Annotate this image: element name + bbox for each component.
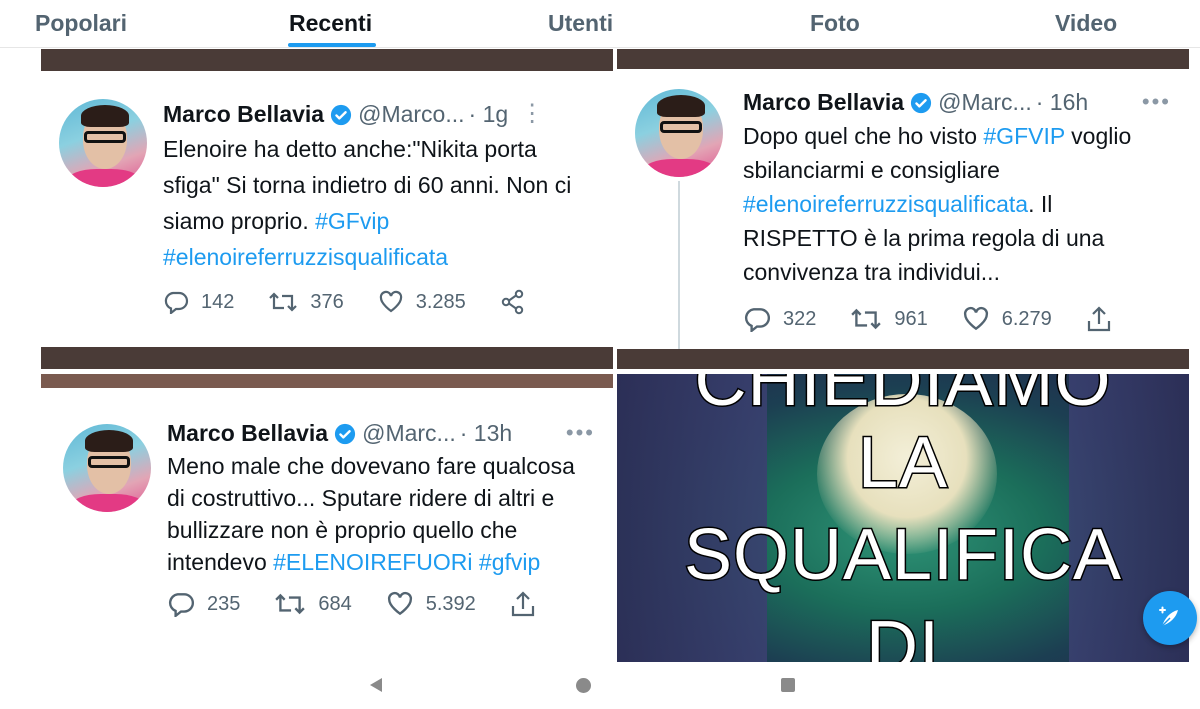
screenshot-border-top [41,49,613,71]
reply-count: 142 [201,290,235,313]
avatar [63,424,151,512]
hashtag: #elenoireferruzzisqualificata [743,191,1029,217]
home-icon[interactable] [576,678,591,693]
tweet-actions: 322 961 6.279 [743,305,1171,333]
tab-recenti[interactable]: Recenti [289,10,372,37]
active-tab-indicator [288,43,376,47]
meme-caption-line: DI [865,606,941,663]
hashtag: #GFVIP [983,123,1065,149]
media-tile-1[interactable]: Marco Bellavia @Marco... · 1g ⋮ Elenoire… [41,49,613,369]
retweet-count: 376 [310,290,344,313]
like-count: 3.285 [415,290,466,313]
verified-badge-icon [331,104,352,126]
retweet-icon [851,308,882,330]
back-icon[interactable] [370,678,382,692]
hashtag: #elenoireferruzzisqualificata [163,244,449,270]
meme-caption-line: LA [856,422,949,505]
media-tile-2[interactable]: Marco Bellavia @Marc... · 16h ••• Dopo q… [617,49,1189,369]
more-horizontal-icon: ••• [1141,89,1171,114]
separator-dot: · [459,420,468,446]
avatar [635,89,723,177]
reply-icon [745,308,771,332]
tweet-text: Dopo quel che ho visto #GFVIP voglio sbi… [743,123,1132,285]
tweet-text: Elenoire ha detto anche:"Nikita porta sf… [163,136,572,270]
like-count: 6.279 [1001,307,1052,330]
reply-count: 235 [207,592,241,615]
system-navigation-bar [0,664,1200,709]
reply-icon [164,291,189,314]
author-handle: @Marc... [938,89,1032,115]
tweet-screenshot-1: Marco Bellavia @Marco... · 1g ⋮ Elenoire… [41,71,613,347]
avatar [59,99,147,187]
screenshot-border-top [41,374,613,388]
tweet-time: 1g [482,101,509,127]
tweet-screenshot-2: Marco Bellavia @Marc... · 16h ••• Dopo q… [617,69,1189,361]
more-horizontal-icon: ••• [565,420,595,445]
tweet-actions: 142 376 3.285 [163,289,595,315]
share-icon [501,289,524,315]
author-name: Marco Bellavia [167,420,329,446]
tab-popolari[interactable]: Popolari [35,10,127,37]
retweet-icon [275,593,306,615]
screenshot-border-bottom [617,349,1189,369]
heart-icon [963,306,988,331]
more-vertical-icon: ⋮ [520,100,545,127]
screenshot-border-top [617,49,1189,69]
tab-video[interactable]: Video [1055,10,1117,37]
author-handle: @Marc... [362,420,456,446]
tweet-text: Meno male che dovevano fare qualcosa di … [167,453,575,575]
verified-badge-icon [335,423,356,445]
media-tile-3[interactable]: Marco Bellavia @Marc... · 13h ••• Meno m… [41,374,613,662]
heart-icon [387,591,412,616]
tweet-screenshot-3: Marco Bellavia @Marc... · 13h ••• Meno m… [41,388,613,662]
hashtag: #GFvip [315,208,390,234]
separator-dot: · [468,101,477,127]
compose-feather-icon [1159,606,1178,627]
recent-apps-icon[interactable] [781,678,795,692]
author-name: Marco Bellavia [743,89,905,115]
search-tabs: Popolari Recenti Utenti Foto Video [0,0,1200,48]
tweet-time: 16h [1049,89,1089,115]
like-count: 5.392 [425,592,476,615]
reply-count: 322 [783,307,817,330]
verified-badge-icon [911,92,932,114]
tweet-time: 13h [473,420,513,446]
tab-utenti[interactable]: Utenti [548,10,613,37]
hashtag: #ELENOIREFUORi [273,549,473,575]
thread-line [678,181,680,361]
author-handle: @Marco... [358,101,465,127]
meme-caption-line: SQUALIFICA [682,514,1123,597]
share-icon [1087,306,1110,332]
reply-icon [169,593,195,617]
compose-tweet-button[interactable] [1143,591,1197,645]
retweet-icon [269,292,298,312]
hashtag: #gfvip [478,549,541,575]
retweet-count: 961 [894,307,928,330]
retweet-count: 684 [318,592,352,615]
share-icon [511,591,534,617]
tab-foto[interactable]: Foto [810,10,860,37]
screenshot-border-bottom [41,347,613,369]
meme-caption-line: CHIEDIAMO [693,374,1112,423]
separator-dot: · [1035,89,1044,115]
media-tile-4[interactable]: CHIEDIAMO LA SQUALIFICA DI [617,374,1189,662]
author-name: Marco Bellavia [163,101,325,127]
heart-icon [379,290,402,313]
tweet-actions: 235 684 5.392 [167,590,595,618]
